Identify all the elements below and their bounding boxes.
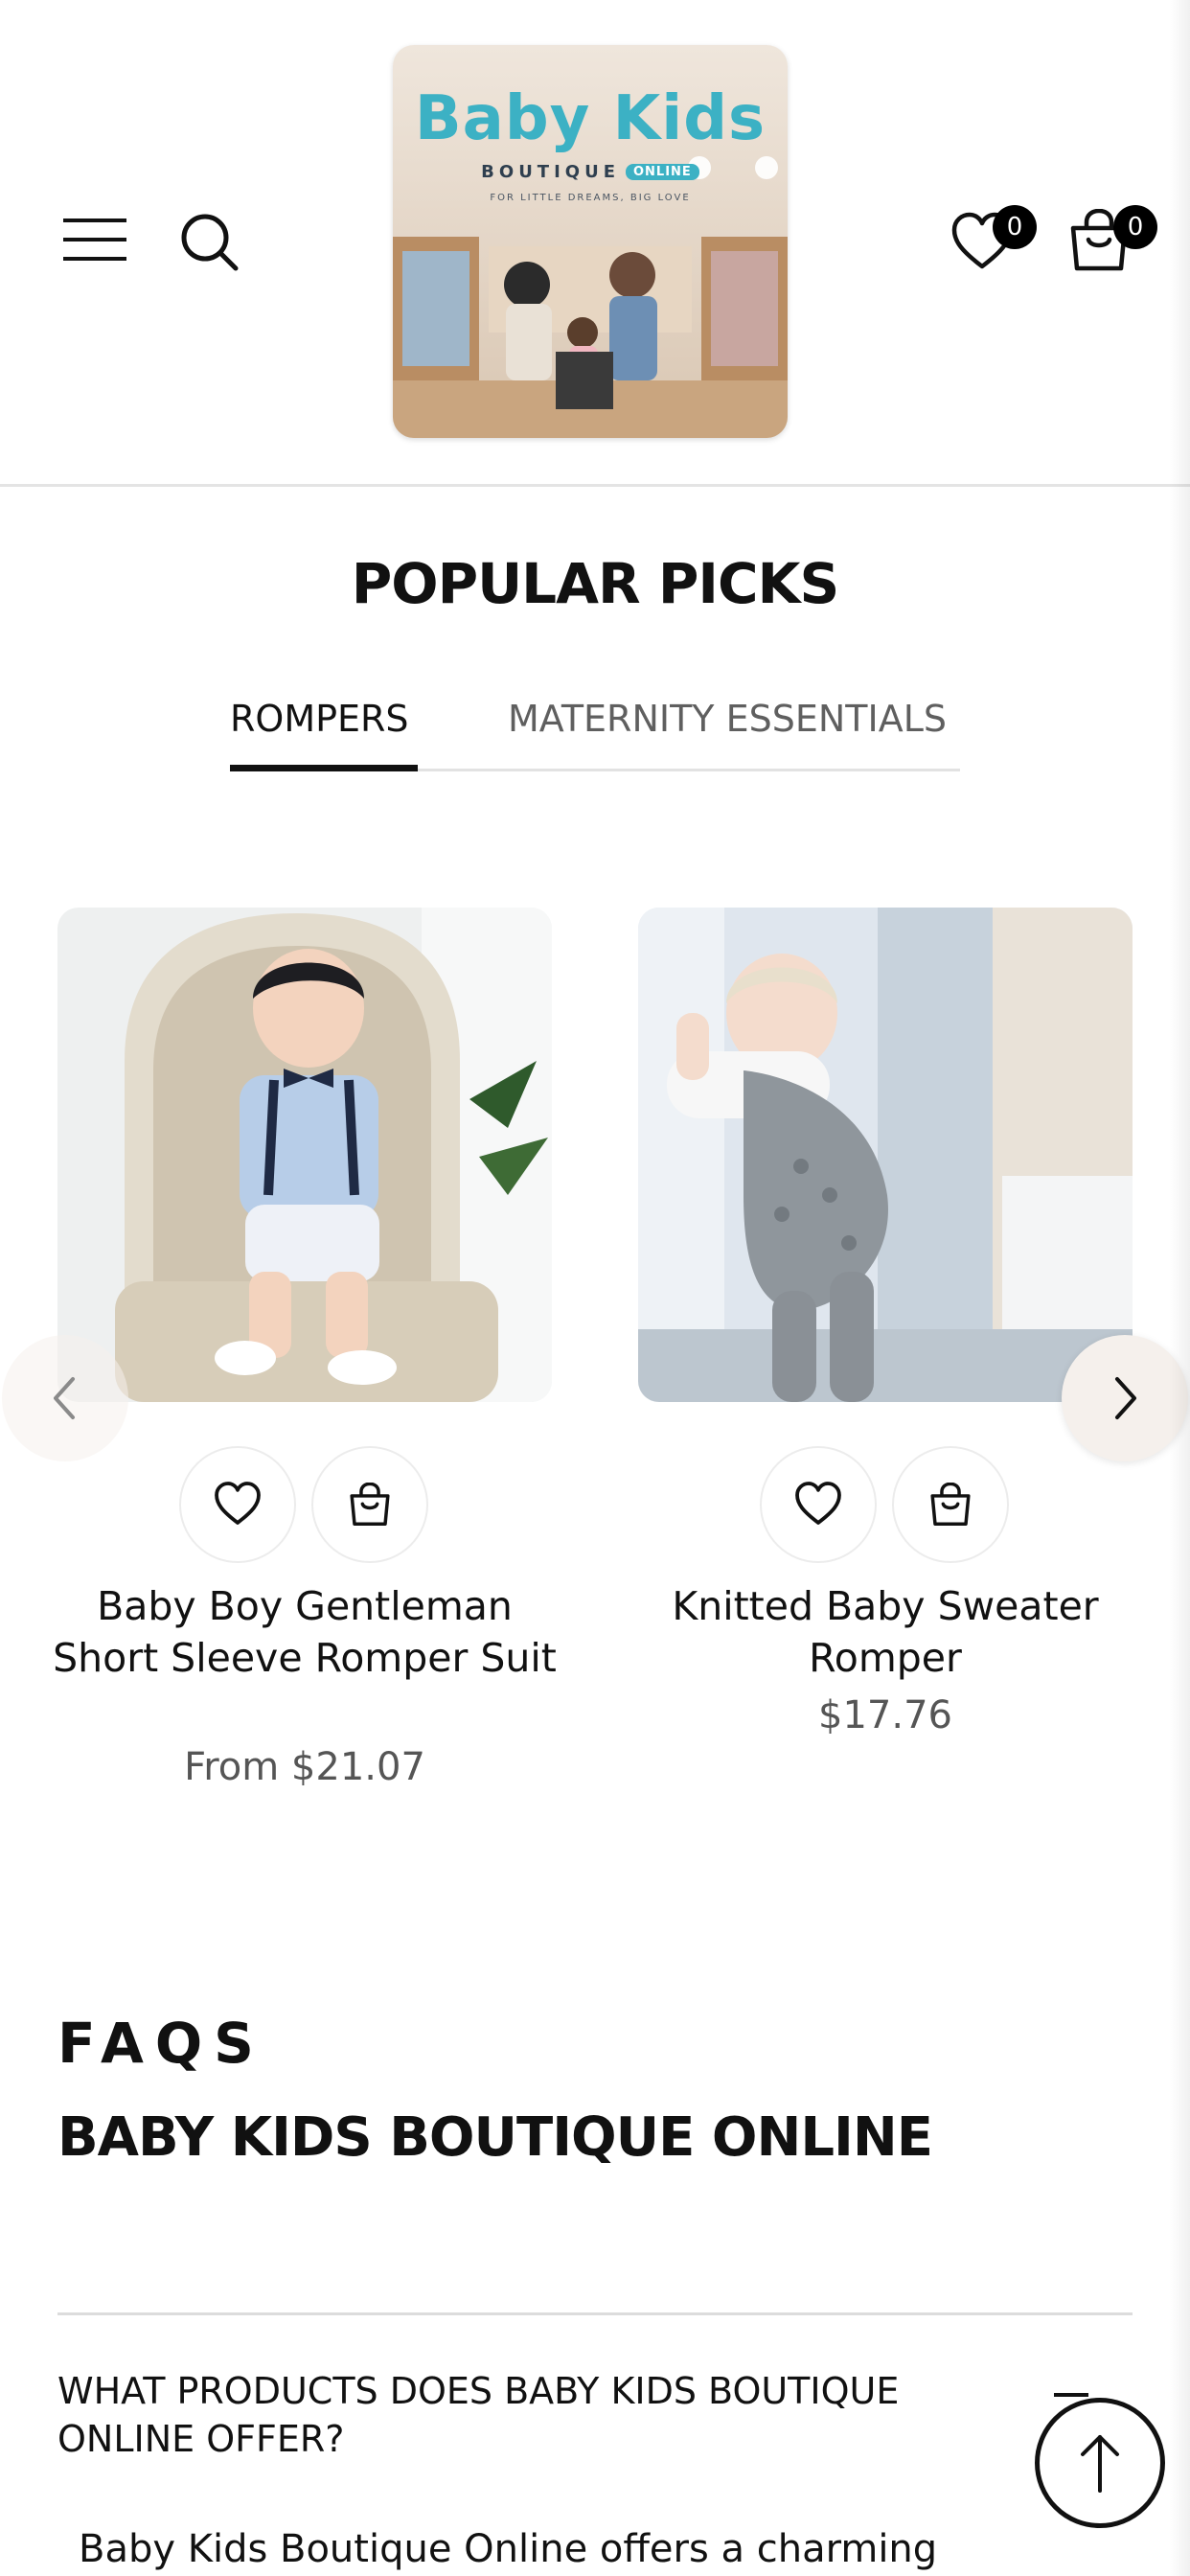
search-icon[interactable] (178, 211, 241, 274)
shopping-bag-icon (930, 1483, 971, 1526)
add-to-wishlist-button[interactable] (179, 1446, 296, 1563)
chevron-right-icon (1115, 1377, 1136, 1419)
heart-icon (795, 1482, 841, 1525)
logo-wordmark: Baby Kids (414, 83, 767, 154)
site-header: Baby Kids BOUTIQUE ONLINE FOR LITTLE DREA… (0, 0, 1190, 487)
product-name[interactable]: Knitted Baby Sweater Romper (619, 1580, 1152, 1684)
cart-count-badge: 0 (1113, 205, 1157, 249)
product-image[interactable] (638, 908, 1133, 1402)
add-to-cart-button[interactable] (892, 1446, 1009, 1563)
faq-heading: BABY KIDS BOUTIQUE ONLINE (57, 2106, 933, 2169)
faq-question[interactable]: WHAT PRODUCTS DOES BABY KIDS BOUTIQUE ON… (57, 2367, 920, 2463)
wishlist-count-badge: 0 (993, 205, 1037, 249)
add-to-cart-button[interactable] (311, 1446, 428, 1563)
product-actions (57, 1446, 552, 1565)
store-logo[interactable]: Baby Kids BOUTIQUE ONLINE FOR LITTLE DREA… (393, 45, 788, 438)
carousel-prev-button[interactable] (2, 1335, 128, 1461)
product-price: $17.76 (818, 1693, 952, 1737)
tab-rompers[interactable]: ROMPERS (230, 692, 418, 771)
minus-icon[interactable] (1054, 2393, 1088, 2397)
product-price: From $21.07 (184, 1745, 425, 1789)
menu-icon[interactable] (63, 218, 130, 263)
chevron-left-icon (54, 1377, 75, 1419)
scroll-edge-shade (1169, 0, 1190, 2576)
logo-online-pill: ONLINE (626, 164, 699, 180)
product-actions (638, 1446, 1133, 1565)
product-image[interactable] (57, 908, 552, 1402)
product-name[interactable]: Baby Boy Gentleman Short Sleeve Romper S… (38, 1580, 571, 1684)
faq-answer: Baby Kids Boutique Online offers a charm… (79, 2527, 938, 2571)
product-card[interactable]: Knitted Baby Sweater Romper $17.76 (638, 908, 1133, 1737)
tab-maternity-essentials[interactable]: MATERNITY ESSENTIALS (508, 692, 947, 767)
section-title: POPULAR PICKS (351, 551, 840, 616)
shopping-bag-icon (350, 1483, 390, 1526)
arrow-up-icon (1081, 2435, 1119, 2493)
product-card[interactable]: Baby Boy Gentleman Short Sleeve Romper S… (53, 908, 557, 1789)
add-to-wishlist-button[interactable] (760, 1446, 877, 1563)
heart-icon (215, 1482, 261, 1525)
logo-subtitle-text: BOUTIQUE (481, 162, 620, 182)
logo-tagline: FOR LITTLE DREAMS, BIG LOVE (490, 193, 691, 203)
back-to-top-button[interactable] (1035, 2398, 1165, 2528)
faq-eyebrow: FAQS (57, 2011, 265, 2076)
faq-divider (57, 2312, 1133, 2315)
product-tabs: ROMPERS MATERNITY ESSENTIALS (230, 692, 960, 771)
logo-subtitle: BOUTIQUE ONLINE (393, 162, 788, 182)
